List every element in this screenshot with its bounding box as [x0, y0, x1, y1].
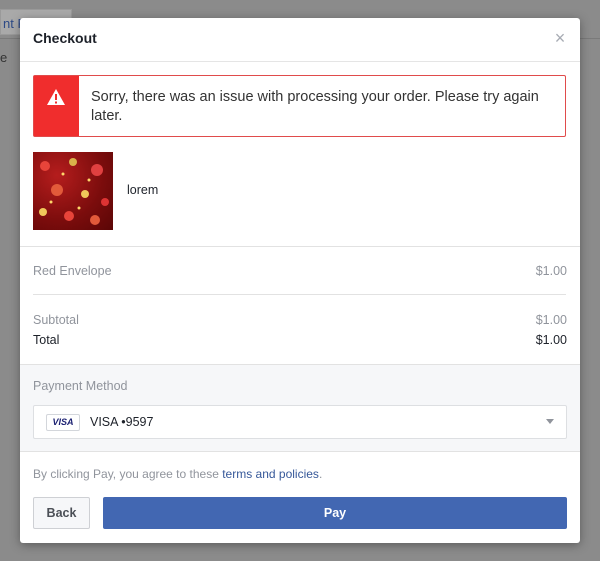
visa-card-icon: VISA — [46, 414, 80, 431]
chevron-down-icon — [546, 419, 554, 424]
dialog-title: Checkout — [33, 30, 97, 46]
dialog-header: Checkout × — [20, 18, 580, 62]
back-button[interactable]: Back — [33, 497, 90, 529]
terms-notice: By clicking Pay, you agree to these term… — [33, 467, 322, 481]
pay-button[interactable]: Pay — [103, 497, 567, 529]
product-image-pattern — [39, 158, 109, 225]
close-icon[interactable]: × — [552, 29, 568, 47]
payment-method-value: VISA •9597 — [90, 415, 154, 429]
subtotal-label: Subtotal — [33, 313, 79, 327]
items-divider — [33, 294, 566, 295]
payment-method-select[interactable]: VISA VISA •9597 — [33, 405, 567, 439]
product-name: lorem — [127, 183, 159, 197]
error-message: Sorry, there was an issue with processin… — [91, 89, 539, 124]
total-label: Total — [33, 333, 60, 347]
line-item-label: Red Envelope — [33, 264, 112, 278]
total-amount: $1.00 — [535, 333, 567, 347]
checkout-dialog: Checkout × Sorry, there was an issue wit… — [20, 18, 580, 543]
background-text: e — [0, 50, 8, 65]
warning-icon — [47, 89, 65, 105]
product-image — [33, 152, 113, 230]
line-item-amount: $1.00 — [535, 264, 567, 278]
payment-section: Payment Method VISA VISA •9597 — [20, 364, 580, 452]
error-banner: Sorry, there was an issue with processin… — [33, 75, 566, 137]
error-icon-container — [34, 76, 79, 136]
subtotal-amount: $1.00 — [535, 313, 567, 327]
terms-link[interactable]: terms and policies — [222, 467, 319, 481]
terms-suffix: . — [318, 467, 323, 481]
payment-method-label: Payment Method — [33, 379, 128, 393]
terms-prefix: By clicking Pay, you agree to these — [33, 467, 223, 481]
section-divider — [20, 246, 580, 247]
